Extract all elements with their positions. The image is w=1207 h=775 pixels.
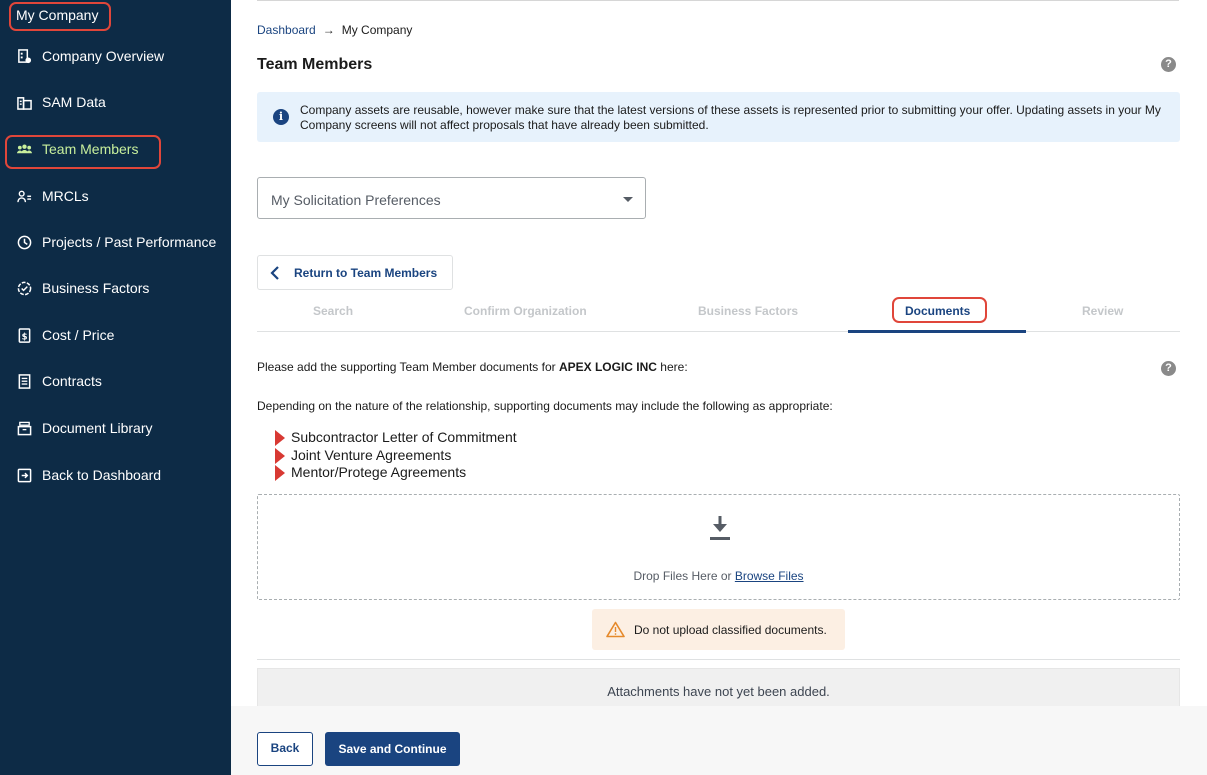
bullet-arrow-icon (275, 465, 285, 481)
documents-depend-text: Depending on the nature of the relations… (257, 399, 833, 413)
select-value: My Solicitation Preferences (271, 192, 441, 208)
browse-files-link[interactable]: Browse Files (735, 569, 804, 583)
sidebar-item-label: Cost / Price (42, 327, 115, 343)
contracts-icon (16, 373, 32, 389)
sidebar-item-business-factors[interactable]: Business Factors (16, 277, 149, 299)
sidebar-item-sam-data[interactable]: SAM Data (16, 91, 106, 113)
projects-icon (16, 234, 32, 250)
step-indicator: Search Confirm Organization Business Fac… (257, 297, 1180, 333)
team-members-icon (16, 141, 32, 157)
sidebar: My Company Company Overview SAM Data Tea… (0, 0, 231, 775)
sidebar-item-projects[interactable]: Projects / Past Performance (16, 231, 216, 253)
back-button[interactable]: Back (257, 732, 313, 766)
step-review[interactable]: Review (1082, 304, 1123, 318)
sidebar-item-label: Company Overview (42, 48, 165, 64)
sidebar-item-label: Contracts (42, 373, 102, 389)
main-content: Dashboard → My Company Team Members ? i … (231, 0, 1207, 775)
active-step-underline (848, 330, 1026, 333)
sidebar-item-label: Back to Dashboard (42, 467, 162, 483)
documents-help-icon[interactable]: ? (1161, 361, 1176, 376)
footer-actions: Back Save and Continue (231, 706, 1207, 775)
caret-down-icon (623, 197, 633, 202)
sidebar-item-contracts[interactable]: Contracts (16, 370, 102, 392)
intro-prefix: Please add the supporting Team Member do… (257, 360, 559, 374)
sidebar-item-label: Team Members (42, 141, 139, 157)
sidebar-item-label: Projects / Past Performance (42, 234, 217, 250)
sidebar-item-back-to-dashboard[interactable]: Back to Dashboard (16, 464, 161, 486)
sidebar-item-team-members[interactable]: Team Members (16, 138, 138, 160)
info-alert-text: Company assets are reusable, however mak… (300, 103, 1161, 132)
documents-intro: Please add the supporting Team Member do… (257, 360, 688, 374)
step-search[interactable]: Search (313, 304, 353, 318)
dropzone-text: Drop Files Here or Browse Files (258, 569, 1179, 583)
sidebar-item-label: SAM Data (42, 94, 106, 110)
step-confirm-organization[interactable]: Confirm Organization (464, 304, 587, 318)
breadcrumb-current: My Company (341, 23, 413, 37)
mrcls-icon (16, 188, 32, 204)
breadcrumb-dashboard-link[interactable]: Dashboard (257, 23, 316, 37)
sidebar-item-cost-price[interactable]: $ Cost / Price (16, 324, 114, 346)
info-alert: i Company assets are reusable, however m… (257, 92, 1180, 142)
bullet-arrow-icon (275, 430, 285, 446)
document-library-icon (16, 420, 32, 436)
sidebar-item-label: Business Factors (42, 280, 150, 296)
warning-icon (606, 621, 625, 638)
list-item: Mentor/Protege Agreements (275, 464, 517, 482)
intro-suffix: here: (656, 360, 688, 374)
step-business-factors[interactable]: Business Factors (698, 304, 798, 318)
save-and-continue-button[interactable]: Save and Continue (325, 732, 460, 766)
company-name: APEX LOGIC INC (558, 360, 657, 374)
top-divider (257, 0, 1179, 1)
chevron-left-icon (270, 265, 279, 280)
list-item-label: Joint Venture Agreements (291, 446, 452, 463)
sidebar-title[interactable]: My Company (9, 2, 111, 31)
sidebar-item-mrcls[interactable]: MRCLs (16, 185, 89, 207)
list-item: Joint Venture Agreements (275, 447, 517, 465)
cost-price-icon: $ (16, 327, 32, 343)
sidebar-item-document-library[interactable]: Document Library (16, 417, 153, 439)
classified-warning: Do not upload classified documents. (592, 609, 845, 650)
svg-text:$: $ (21, 331, 27, 341)
return-button-label: Return to Team Members (294, 265, 438, 280)
divider (257, 659, 1180, 660)
sidebar-item-company-overview[interactable]: Company Overview (16, 45, 164, 67)
step-documents[interactable]: Documents (905, 304, 970, 318)
help-icon[interactable]: ? (1161, 57, 1176, 72)
return-to-team-members-button[interactable]: Return to Team Members (257, 255, 453, 290)
bullet-arrow-icon (275, 447, 285, 464)
list-item-label: Mentor/Protege Agreements (291, 464, 467, 480)
sidebar-item-label: MRCLs (42, 188, 89, 204)
warning-text: Do not upload classified documents. (634, 622, 827, 637)
document-type-list: Subcontractor Letter of Commitment Joint… (275, 429, 517, 482)
back-to-dashboard-icon (16, 467, 32, 483)
sam-data-icon (16, 94, 32, 110)
company-overview-icon (16, 48, 32, 64)
solicitation-preferences-select[interactable]: My Solicitation Preferences (257, 177, 646, 219)
business-factors-icon (16, 280, 32, 296)
breadcrumb-arrow: → (322, 23, 335, 37)
list-item-label: Subcontractor Letter of Commitment (291, 429, 517, 445)
file-dropzone[interactable]: Drop Files Here or Browse Files (257, 494, 1180, 600)
info-icon: i (273, 109, 289, 125)
page-title: Team Members (257, 56, 373, 73)
download-icon (710, 516, 730, 540)
sidebar-item-label: Document Library (42, 420, 153, 436)
drop-text: Drop Files Here or (633, 569, 735, 583)
list-item: Subcontractor Letter of Commitment (275, 429, 517, 447)
breadcrumb: Dashboard → My Company (257, 23, 412, 37)
